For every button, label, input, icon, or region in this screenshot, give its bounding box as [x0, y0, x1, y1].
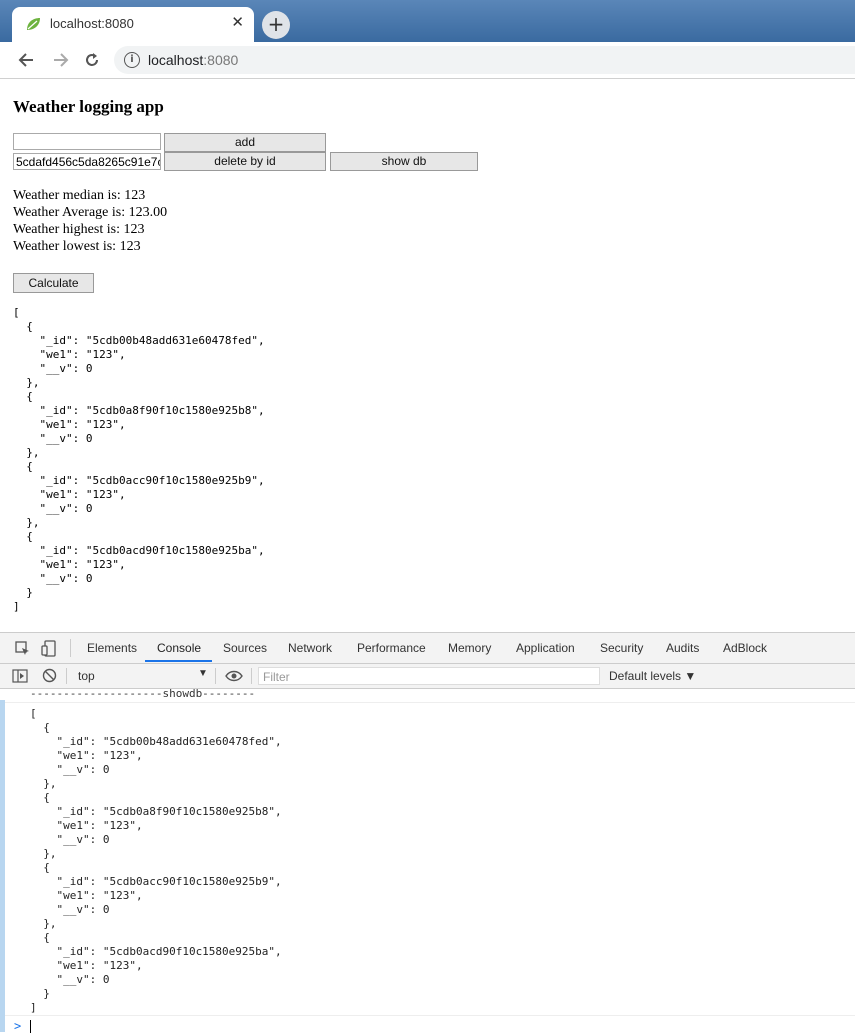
- log-levels-dropdown[interactable]: Default levels ▼: [609, 669, 696, 683]
- weather-input[interactable]: [13, 133, 161, 150]
- console-separator-log: --------------------showdb--------: [30, 687, 256, 700]
- tab-security[interactable]: Security: [600, 641, 643, 655]
- highest-text: Weather highest is: 123: [13, 222, 145, 237]
- tab-memory[interactable]: Memory: [448, 641, 491, 655]
- toolbar-separator: [251, 668, 252, 684]
- tab-adblock[interactable]: AdBlock: [723, 641, 767, 655]
- tab-network[interactable]: Network: [288, 641, 332, 655]
- console-prompt-icon: >: [14, 1019, 22, 1033]
- page-title: Weather logging app: [13, 97, 164, 116]
- tab-console[interactable]: Console: [157, 641, 201, 655]
- log-divider: [0, 1015, 855, 1016]
- calculate-button[interactable]: Calculate: [13, 273, 94, 293]
- tab-strip: localhost:8080 ✕ +: [0, 0, 855, 42]
- tab-title: localhost:8080: [50, 16, 134, 31]
- forward-icon[interactable]: [51, 51, 69, 69]
- device-toolbar-icon[interactable]: [41, 640, 57, 657]
- context-select[interactable]: top: [78, 669, 95, 683]
- show-db-button[interactable]: show db: [330, 152, 478, 171]
- median-text: Weather median is: 123: [13, 188, 146, 203]
- sidebar-toggle-icon[interactable]: [12, 669, 28, 683]
- inspect-element-icon[interactable]: [15, 641, 30, 656]
- clear-console-icon[interactable]: [42, 668, 57, 683]
- devtools-tab-bar: Elements Console Sources Network Perform…: [0, 633, 855, 664]
- active-tab-indicator: [145, 660, 212, 662]
- add-button[interactable]: add: [164, 133, 326, 152]
- close-tab-icon[interactable]: ✕: [231, 13, 244, 31]
- left-edge-strip: [0, 700, 5, 1032]
- url-port: :8080: [203, 52, 239, 68]
- browser-toolbar: i localhost:8080: [0, 42, 855, 79]
- tab-audits[interactable]: Audits: [666, 641, 699, 655]
- tab-performance[interactable]: Performance: [357, 641, 426, 655]
- info-icon[interactable]: i: [124, 52, 140, 68]
- leaf-icon: [27, 18, 40, 30]
- delete-by-id-button[interactable]: delete by id: [164, 152, 326, 171]
- db-json-output: [ { "_id": "5cdb00b48add631e60478fed", "…: [13, 306, 265, 613]
- back-icon[interactable]: [18, 51, 36, 69]
- toolbar-separator: [215, 668, 216, 684]
- browser-tab[interactable]: localhost:8080 ✕: [12, 7, 254, 42]
- url-host: localhost: [148, 52, 204, 68]
- console-input-caret[interactable]: [30, 1020, 31, 1033]
- log-divider: [0, 702, 855, 703]
- toolbar-separator: [66, 668, 67, 684]
- console-toolbar: top ▼ Filter Default levels ▼: [0, 664, 855, 689]
- devtools-panel: Elements Console Sources Network Perform…: [0, 632, 855, 1033]
- console-json-log: [ { "_id": "5cdb00b48add631e60478fed", "…: [30, 707, 282, 1014]
- context-dropdown-icon[interactable]: ▼: [198, 668, 208, 679]
- new-tab-button[interactable]: +: [262, 11, 290, 39]
- live-expression-eye-icon[interactable]: [225, 670, 243, 682]
- tab-application[interactable]: Application: [516, 641, 575, 655]
- lowest-text: Weather lowest is: 123: [13, 239, 141, 254]
- tab-separator: [70, 639, 71, 657]
- tab-sources[interactable]: Sources: [223, 641, 267, 655]
- id-input[interactable]: 5cdafd456c5da8265c91e7c: [13, 153, 161, 170]
- page-content: Weather logging app: [13, 79, 843, 117]
- tab-elements[interactable]: Elements: [87, 641, 137, 655]
- average-text: Weather Average is: 123.00: [13, 205, 168, 220]
- address-bar[interactable]: i localhost:8080: [114, 46, 855, 74]
- console-filter-input[interactable]: Filter: [258, 667, 600, 685]
- reload-icon[interactable]: [83, 51, 101, 69]
- url-text: localhost:8080: [148, 52, 238, 68]
